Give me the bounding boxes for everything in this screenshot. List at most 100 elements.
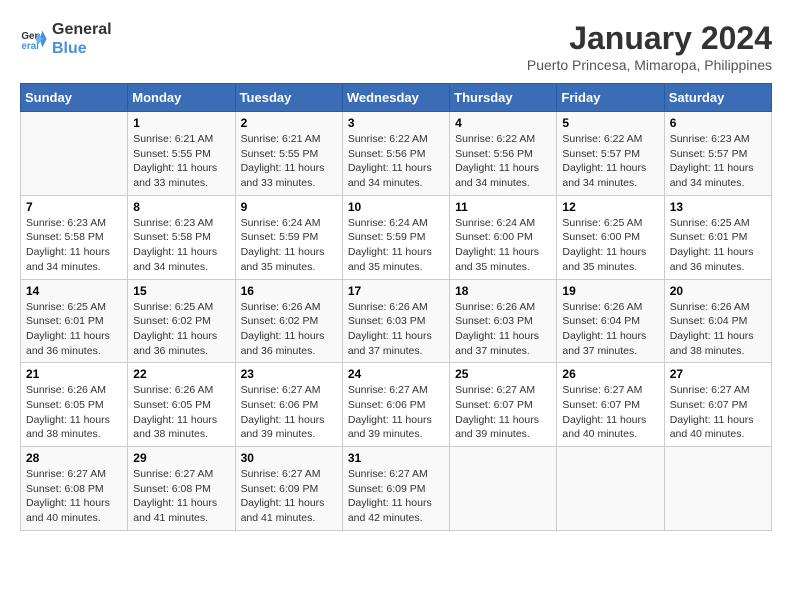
calendar-week-row: 14 Sunrise: 6:25 AMSunset: 6:01 PMDaylig… (21, 279, 772, 363)
day-number: 12 (562, 200, 658, 214)
calendar-cell: 11 Sunrise: 6:24 AMSunset: 6:00 PMDaylig… (450, 195, 557, 279)
logo-text-blue: Blue (52, 39, 112, 58)
day-number: 3 (348, 116, 444, 130)
day-detail: Sunrise: 6:23 AMSunset: 5:57 PMDaylight:… (670, 132, 766, 191)
calendar-cell: 22 Sunrise: 6:26 AMSunset: 6:05 PMDaylig… (128, 363, 235, 447)
calendar-cell: 8 Sunrise: 6:23 AMSunset: 5:58 PMDayligh… (128, 195, 235, 279)
day-number: 24 (348, 367, 444, 381)
title-block: January 2024 Puerto Princesa, Mimaropa, … (527, 20, 772, 73)
day-number: 19 (562, 284, 658, 298)
header-friday: Friday (557, 84, 664, 112)
calendar-cell: 12 Sunrise: 6:25 AMSunset: 6:00 PMDaylig… (557, 195, 664, 279)
day-detail: Sunrise: 6:21 AMSunset: 5:55 PMDaylight:… (133, 132, 229, 191)
calendar-cell: 18 Sunrise: 6:26 AMSunset: 6:03 PMDaylig… (450, 279, 557, 363)
calendar-week-row: 21 Sunrise: 6:26 AMSunset: 6:05 PMDaylig… (21, 363, 772, 447)
day-number: 31 (348, 451, 444, 465)
day-detail: Sunrise: 6:26 AMSunset: 6:03 PMDaylight:… (348, 300, 444, 359)
day-number: 17 (348, 284, 444, 298)
day-detail: Sunrise: 6:27 AMSunset: 6:06 PMDaylight:… (348, 383, 444, 442)
day-number: 25 (455, 367, 551, 381)
day-detail: Sunrise: 6:26 AMSunset: 6:02 PMDaylight:… (241, 300, 337, 359)
day-detail: Sunrise: 6:27 AMSunset: 6:08 PMDaylight:… (26, 467, 122, 526)
calendar-cell: 15 Sunrise: 6:25 AMSunset: 6:02 PMDaylig… (128, 279, 235, 363)
calendar-cell: 9 Sunrise: 6:24 AMSunset: 5:59 PMDayligh… (235, 195, 342, 279)
calendar-week-row: 28 Sunrise: 6:27 AMSunset: 6:08 PMDaylig… (21, 447, 772, 531)
day-detail: Sunrise: 6:25 AMSunset: 6:00 PMDaylight:… (562, 216, 658, 275)
page-header: Gen eral General Blue January 2024 Puert… (20, 20, 772, 73)
month-year-title: January 2024 (527, 20, 772, 57)
day-number: 4 (455, 116, 551, 130)
calendar-cell: 5 Sunrise: 6:22 AMSunset: 5:57 PMDayligh… (557, 112, 664, 196)
day-detail: Sunrise: 6:25 AMSunset: 6:01 PMDaylight:… (26, 300, 122, 359)
calendar-header-row: Sunday Monday Tuesday Wednesday Thursday… (21, 84, 772, 112)
day-number: 30 (241, 451, 337, 465)
day-detail: Sunrise: 6:26 AMSunset: 6:04 PMDaylight:… (562, 300, 658, 359)
day-number: 6 (670, 116, 766, 130)
day-detail: Sunrise: 6:27 AMSunset: 6:08 PMDaylight:… (133, 467, 229, 526)
day-detail: Sunrise: 6:27 AMSunset: 6:09 PMDaylight:… (348, 467, 444, 526)
day-detail: Sunrise: 6:27 AMSunset: 6:06 PMDaylight:… (241, 383, 337, 442)
day-number: 16 (241, 284, 337, 298)
calendar-cell: 16 Sunrise: 6:26 AMSunset: 6:02 PMDaylig… (235, 279, 342, 363)
header-sunday: Sunday (21, 84, 128, 112)
calendar-cell (664, 447, 771, 531)
day-detail: Sunrise: 6:27 AMSunset: 6:09 PMDaylight:… (241, 467, 337, 526)
day-number: 14 (26, 284, 122, 298)
calendar-cell: 29 Sunrise: 6:27 AMSunset: 6:08 PMDaylig… (128, 447, 235, 531)
calendar-cell: 10 Sunrise: 6:24 AMSunset: 5:59 PMDaylig… (342, 195, 449, 279)
header-monday: Monday (128, 84, 235, 112)
header-wednesday: Wednesday (342, 84, 449, 112)
day-detail: Sunrise: 6:26 AMSunset: 6:03 PMDaylight:… (455, 300, 551, 359)
header-thursday: Thursday (450, 84, 557, 112)
day-detail: Sunrise: 6:22 AMSunset: 5:56 PMDaylight:… (348, 132, 444, 191)
calendar-table: Sunday Monday Tuesday Wednesday Thursday… (20, 83, 772, 531)
day-detail: Sunrise: 6:23 AMSunset: 5:58 PMDaylight:… (133, 216, 229, 275)
calendar-cell: 3 Sunrise: 6:22 AMSunset: 5:56 PMDayligh… (342, 112, 449, 196)
day-number: 15 (133, 284, 229, 298)
calendar-cell: 27 Sunrise: 6:27 AMSunset: 6:07 PMDaylig… (664, 363, 771, 447)
day-detail: Sunrise: 6:27 AMSunset: 6:07 PMDaylight:… (455, 383, 551, 442)
day-detail: Sunrise: 6:26 AMSunset: 6:04 PMDaylight:… (670, 300, 766, 359)
calendar-cell: 31 Sunrise: 6:27 AMSunset: 6:09 PMDaylig… (342, 447, 449, 531)
calendar-cell: 30 Sunrise: 6:27 AMSunset: 6:09 PMDaylig… (235, 447, 342, 531)
day-detail: Sunrise: 6:22 AMSunset: 5:57 PMDaylight:… (562, 132, 658, 191)
day-number: 13 (670, 200, 766, 214)
header-tuesday: Tuesday (235, 84, 342, 112)
day-number: 8 (133, 200, 229, 214)
calendar-cell: 2 Sunrise: 6:21 AMSunset: 5:55 PMDayligh… (235, 112, 342, 196)
location-text: Puerto Princesa, Mimaropa, Philippines (527, 57, 772, 73)
day-number: 21 (26, 367, 122, 381)
day-number: 27 (670, 367, 766, 381)
day-number: 5 (562, 116, 658, 130)
calendar-cell (21, 112, 128, 196)
day-detail: Sunrise: 6:24 AMSunset: 5:59 PMDaylight:… (241, 216, 337, 275)
calendar-cell: 20 Sunrise: 6:26 AMSunset: 6:04 PMDaylig… (664, 279, 771, 363)
day-number: 23 (241, 367, 337, 381)
calendar-cell: 14 Sunrise: 6:25 AMSunset: 6:01 PMDaylig… (21, 279, 128, 363)
calendar-week-row: 7 Sunrise: 6:23 AMSunset: 5:58 PMDayligh… (21, 195, 772, 279)
svg-text:eral: eral (21, 41, 39, 52)
day-number: 29 (133, 451, 229, 465)
calendar-cell: 28 Sunrise: 6:27 AMSunset: 6:08 PMDaylig… (21, 447, 128, 531)
calendar-cell: 26 Sunrise: 6:27 AMSunset: 6:07 PMDaylig… (557, 363, 664, 447)
calendar-cell: 19 Sunrise: 6:26 AMSunset: 6:04 PMDaylig… (557, 279, 664, 363)
calendar-cell: 4 Sunrise: 6:22 AMSunset: 5:56 PMDayligh… (450, 112, 557, 196)
day-detail: Sunrise: 6:25 AMSunset: 6:01 PMDaylight:… (670, 216, 766, 275)
calendar-cell: 1 Sunrise: 6:21 AMSunset: 5:55 PMDayligh… (128, 112, 235, 196)
day-number: 28 (26, 451, 122, 465)
day-detail: Sunrise: 6:25 AMSunset: 6:02 PMDaylight:… (133, 300, 229, 359)
calendar-cell: 13 Sunrise: 6:25 AMSunset: 6:01 PMDaylig… (664, 195, 771, 279)
day-number: 1 (133, 116, 229, 130)
day-detail: Sunrise: 6:24 AMSunset: 6:00 PMDaylight:… (455, 216, 551, 275)
calendar-cell: 21 Sunrise: 6:26 AMSunset: 6:05 PMDaylig… (21, 363, 128, 447)
day-number: 10 (348, 200, 444, 214)
header-saturday: Saturday (664, 84, 771, 112)
logo-icon: Gen eral (20, 25, 48, 53)
calendar-cell (557, 447, 664, 531)
day-number: 18 (455, 284, 551, 298)
day-detail: Sunrise: 6:21 AMSunset: 5:55 PMDaylight:… (241, 132, 337, 191)
calendar-week-row: 1 Sunrise: 6:21 AMSunset: 5:55 PMDayligh… (21, 112, 772, 196)
calendar-cell (450, 447, 557, 531)
day-number: 22 (133, 367, 229, 381)
day-number: 9 (241, 200, 337, 214)
